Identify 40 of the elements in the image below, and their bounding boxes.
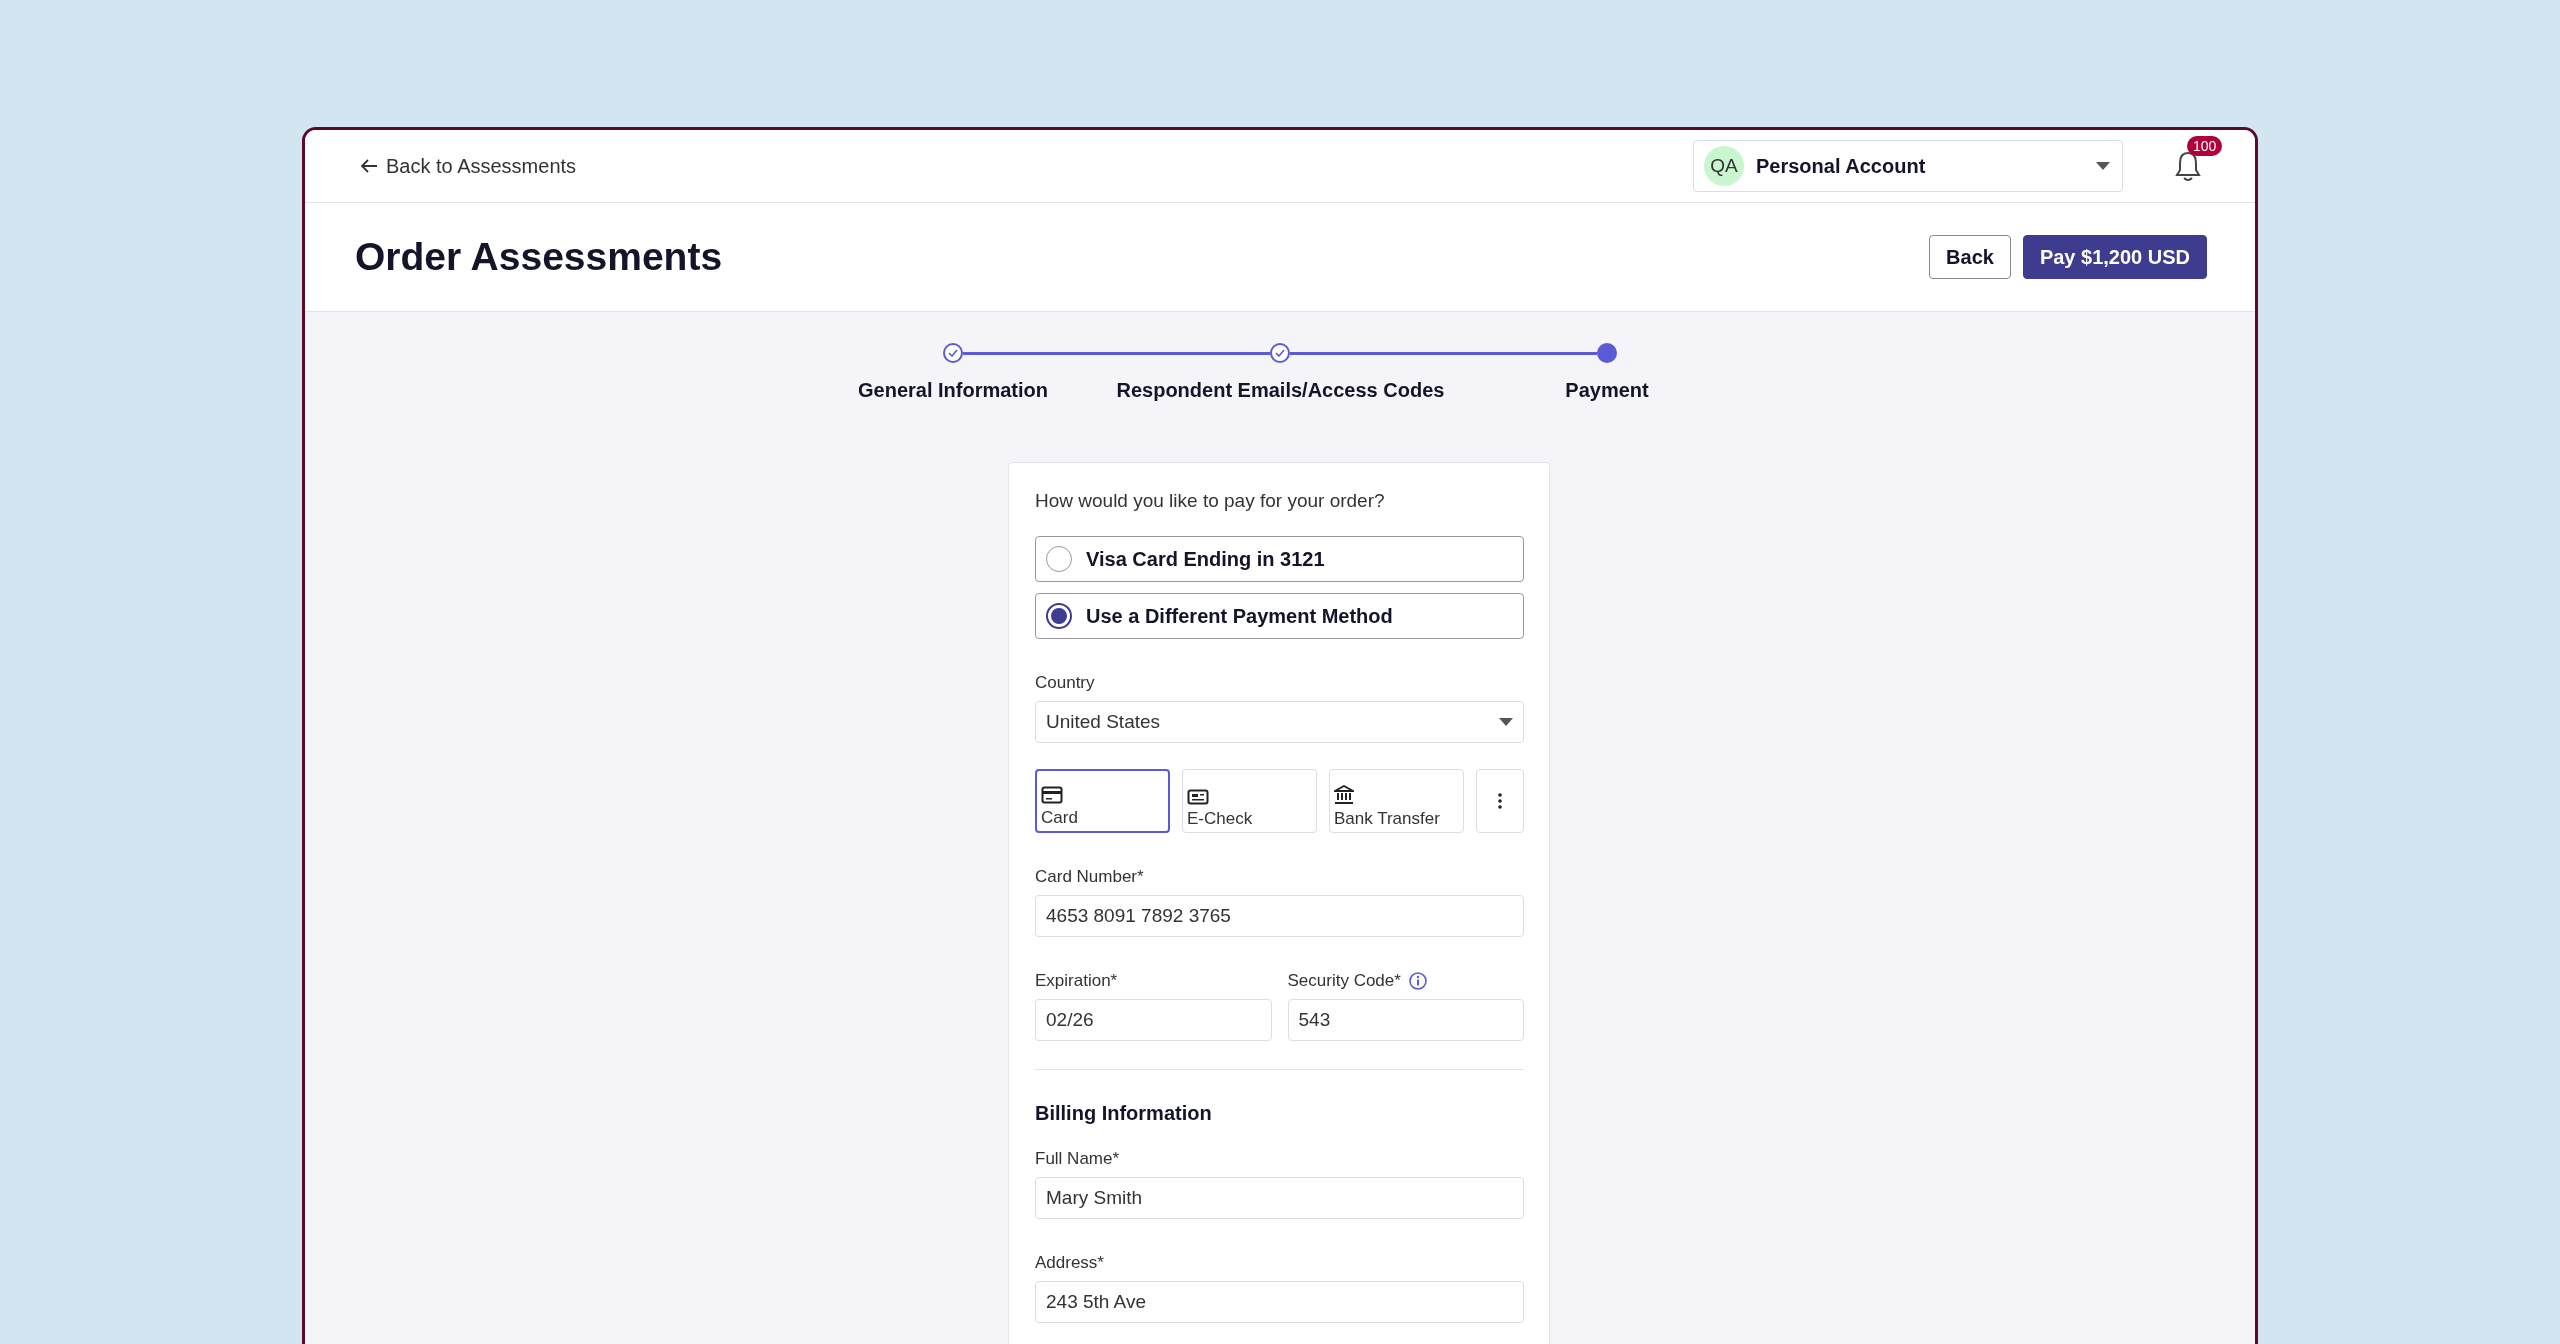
field-label: Card Number* [1035, 867, 1145, 887]
account-name: Personal Account [1756, 154, 1927, 178]
caret-icon [1499, 718, 1513, 726]
caret-icon [2096, 162, 2110, 170]
section-heading: Billing Information [1035, 1102, 1213, 1125]
arrow-left-icon [360, 158, 378, 174]
input-field[interactable]: Mary Smith [1035, 1177, 1524, 1219]
account-dropdown[interactable]: QA Personal Account [1693, 140, 2123, 192]
payment-question: How would you like to pay for your order? [1035, 490, 1386, 512]
payment-method-tab[interactable]: Bank Transfer [1329, 769, 1464, 833]
field-label: Expiration* [1035, 971, 1119, 991]
step-label: General Information [857, 379, 1049, 402]
radio-button[interactable] [1046, 603, 1072, 629]
kebab-menu-icon [1498, 793, 1502, 809]
bell-icon[interactable] [2173, 150, 2203, 182]
step-label: Respondent Emails/Access Codes [1116, 379, 1444, 402]
field-label: Country [1035, 673, 1096, 693]
avatar: QA [1704, 146, 1744, 186]
bank-icon [1334, 785, 1354, 805]
payment-method-tab[interactable]: Card [1035, 769, 1170, 833]
field-label: Address* [1035, 1253, 1105, 1273]
credit-card-icon [1041, 786, 1063, 804]
back-link[interactable]: Back to Assessments [360, 154, 577, 178]
country-select[interactable]: United States [1035, 701, 1524, 743]
expiration-field[interactable]: 02/26 [1035, 999, 1272, 1041]
info-icon[interactable] [1408, 972, 1427, 990]
notification-badge: 100 [2187, 136, 2223, 156]
step-label: Payment [1564, 379, 1650, 402]
id-card-icon [1187, 789, 1209, 805]
field-label: Full Name* [1035, 1149, 1121, 1169]
payment-option[interactable]: Use a Different Payment Method [1035, 593, 1524, 639]
payment-method-tab[interactable]: E-Check [1182, 769, 1317, 833]
field-label: Security Code* [1287, 971, 1401, 991]
security-code-field[interactable]: 543 [1287, 999, 1524, 1041]
page-title: Order Assessments [355, 235, 724, 279]
payment-option[interactable]: Visa Card Ending in 3121 [1035, 536, 1524, 582]
input-field[interactable]: 243 5th Ave [1035, 1281, 1524, 1323]
pay-button[interactable]: Pay $1,200 USD [2022, 235, 2207, 279]
card-number-field[interactable]: 4653 8091 7892 3765 [1035, 895, 1524, 937]
back-button[interactable]: Back [1929, 235, 2011, 279]
